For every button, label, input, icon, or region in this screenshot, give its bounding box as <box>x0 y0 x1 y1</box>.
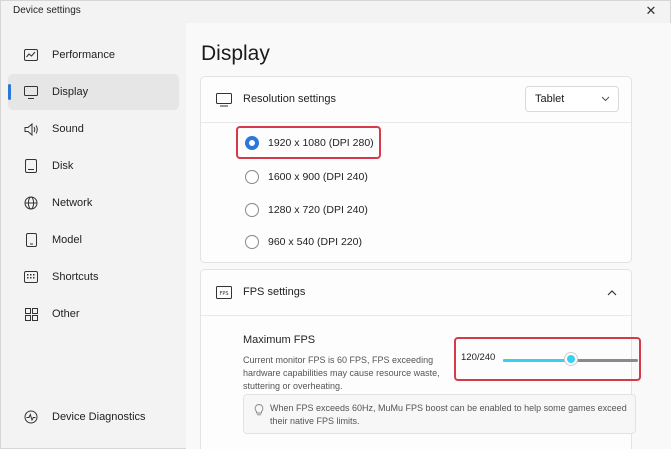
radio-button[interactable] <box>245 136 259 150</box>
radio-button[interactable] <box>245 170 259 184</box>
resolution-settings-card: Resolution settings Tablet 1920 x 1080 (… <box>200 76 632 263</box>
performance-icon <box>23 47 39 63</box>
fps-icon-text: FPS <box>219 291 228 297</box>
fps-icon: FPS <box>216 286 232 300</box>
maximum-fps-description: Current monitor FPS is 60 FPS, FPS excee… <box>243 355 440 391</box>
sidebar-item-display[interactable]: Display <box>8 74 179 110</box>
title-bar: Device settings ✕ <box>1 1 670 23</box>
sidebar-item-shortcuts[interactable]: Shortcuts <box>8 259 179 295</box>
sidebar-item-label: Performance <box>52 49 115 61</box>
fps-slider[interactable] <box>503 353 638 366</box>
fps-value: 120/240 <box>461 352 496 363</box>
resolution-settings-header: Resolution settings Tablet <box>201 77 631 123</box>
sidebar-item-label: Display <box>52 86 89 98</box>
sidebar-item-model[interactable]: Model <box>8 222 179 258</box>
slider-thumb[interactable] <box>564 353 577 365</box>
device-settings-window: Device settings ✕ Performance Display So… <box>0 0 671 449</box>
active-indicator <box>8 84 11 100</box>
fps-settings-card: FPS FPS settings Maximum FPS Current mon… <box>200 269 641 449</box>
sidebar-item-label: Sound <box>52 123 84 135</box>
resolution-option-1920[interactable]: 1920 x 1080 (DPI 280) <box>245 133 374 153</box>
slider-fill <box>503 359 571 362</box>
keyboard-icon <box>23 269 39 285</box>
fps-boost-tip-text: When FPS exceeds 60Hz, MuMu FPS boost ca… <box>270 403 627 426</box>
sidebar-item-network[interactable]: Network <box>8 185 179 221</box>
close-icon[interactable]: ✕ <box>642 2 660 20</box>
speaker-icon <box>23 121 39 137</box>
page-title: Display <box>201 42 270 65</box>
monitor-icon <box>216 93 232 107</box>
main-content: Display Resolution settings Tablet 1920 … <box>186 23 671 449</box>
resolution-option-1600[interactable]: 1600 x 900 (DPI 240) <box>245 167 368 187</box>
radio-button[interactable] <box>245 235 259 249</box>
monitor-icon <box>23 84 39 100</box>
resolution-option-label: 1280 x 720 (DPI 240) <box>268 204 368 216</box>
chevron-down-icon <box>601 87 610 120</box>
grid-icon <box>23 306 39 322</box>
sidebar-item-label: Other <box>52 308 80 320</box>
sidebar: Performance Display Sound Disk Network M… <box>1 37 185 449</box>
sidebar-item-label: Network <box>52 197 93 209</box>
fps-settings-header[interactable]: FPS FPS settings <box>201 270 631 316</box>
sidebar-item-disk[interactable]: Disk <box>8 148 179 184</box>
diagnostics-icon <box>23 409 39 425</box>
window-title: Device settings <box>13 5 81 16</box>
device-type-select[interactable]: Tablet <box>525 86 619 112</box>
resolution-option-960[interactable]: 960 x 540 (DPI 220) <box>245 232 362 252</box>
chevron-up-icon[interactable] <box>607 285 617 303</box>
sidebar-item-performance[interactable]: Performance <box>8 37 179 73</box>
resolution-option-label: 1920 x 1080 (DPI 280) <box>268 137 374 149</box>
resolution-settings-label: Resolution settings <box>243 93 336 105</box>
radio-button[interactable] <box>245 203 259 217</box>
sidebar-item-sound[interactable]: Sound <box>8 111 179 147</box>
sidebar-item-label: Model <box>52 234 82 246</box>
resolution-option-label: 1600 x 900 (DPI 240) <box>268 171 368 183</box>
lightbulb-icon <box>254 403 264 416</box>
sidebar-item-label: Disk <box>52 160 74 172</box>
phone-icon <box>23 232 39 248</box>
sidebar-item-label: Shortcuts <box>52 271 99 283</box>
fps-boost-tip: When FPS exceeds 60Hz, MuMu FPS boost ca… <box>243 394 636 434</box>
globe-icon <box>23 195 39 211</box>
sidebar-item-other[interactable]: Other <box>8 296 179 332</box>
resolution-option-label: 960 x 540 (DPI 220) <box>268 236 362 248</box>
resolution-option-1280[interactable]: 1280 x 720 (DPI 240) <box>245 200 368 220</box>
sidebar-item-label: Device Diagnostics <box>52 411 146 423</box>
fps-settings-label: FPS settings <box>243 286 306 298</box>
sidebar-item-device-diagnostics[interactable]: Device Diagnostics <box>8 399 179 435</box>
maximum-fps-title: Maximum FPS <box>243 334 316 346</box>
device-type-value: Tablet <box>535 93 565 105</box>
disk-icon <box>23 158 39 174</box>
